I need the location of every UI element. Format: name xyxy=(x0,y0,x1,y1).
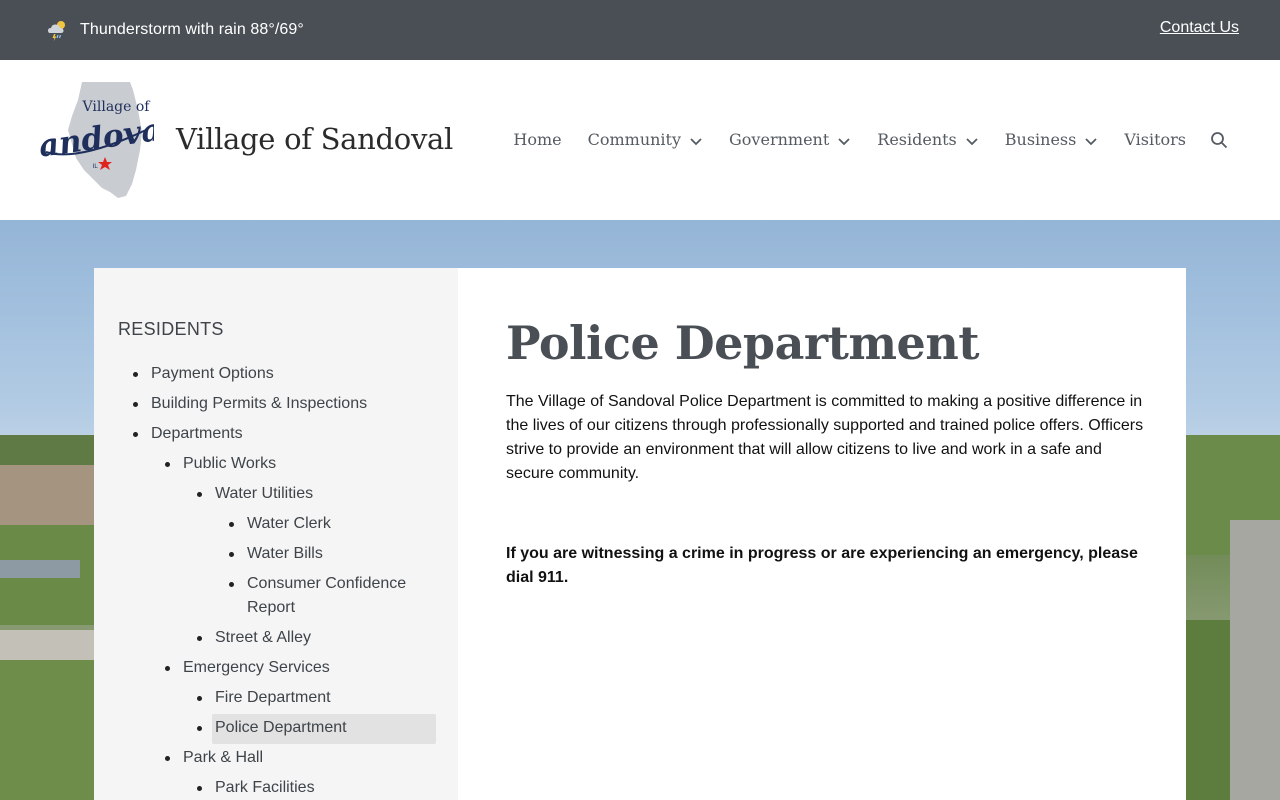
bullet xyxy=(197,492,202,497)
bullet xyxy=(165,666,170,671)
bullet xyxy=(165,462,170,467)
nav-government[interactable]: Government xyxy=(729,130,851,149)
sidebar-item-park-facilities[interactable]: Park Facilities xyxy=(215,776,315,800)
chevron-down-icon[interactable] xyxy=(965,133,979,147)
contact-us-link[interactable]: Contact Us xyxy=(1160,19,1239,37)
top-bar: Thunderstorm with rain 88°/69° Contact U… xyxy=(0,0,1280,60)
sidebar-item-building-permits[interactable]: Building Permits & Inspections xyxy=(151,392,367,416)
nav-label: Visitors xyxy=(1124,130,1186,149)
bullet xyxy=(133,372,138,377)
sidebar-item-public-works[interactable]: Public Works xyxy=(183,452,276,476)
emergency-notice: If you are witnessing a crime in progres… xyxy=(506,545,1138,586)
chevron-down-icon[interactable] xyxy=(837,133,851,147)
svg-text:Village of: Village of xyxy=(82,99,152,115)
bullet xyxy=(229,522,234,527)
nav-label: Community xyxy=(587,130,682,149)
sidebar-item-police-department[interactable]: Police Department xyxy=(215,716,347,740)
nav-business[interactable]: Business xyxy=(1005,130,1099,149)
intro-paragraph: The Village of Sandoval Police Departmen… xyxy=(506,393,1144,482)
nav-visitors[interactable]: Visitors xyxy=(1124,130,1186,149)
bullet xyxy=(133,432,138,437)
bullet xyxy=(229,552,234,557)
sidebar-item-water-bills[interactable]: Water Bills xyxy=(247,542,323,566)
weather-widget: Thunderstorm with rain 88°/69° xyxy=(44,16,304,44)
nav-home[interactable]: Home xyxy=(513,130,561,149)
sidebar-nav: RESIDENTS Payment Options Building Permi… xyxy=(94,268,458,800)
sidebar-item-water-clerk[interactable]: Water Clerk xyxy=(247,512,331,536)
village-logo[interactable]: Village of Sandoval IL xyxy=(14,80,175,200)
sidebar-item-payment-options[interactable]: Payment Options xyxy=(151,362,274,386)
bullet xyxy=(229,582,234,587)
sidebar-item-emergency-services[interactable]: Emergency Services xyxy=(183,656,330,680)
nav-label: Home xyxy=(513,130,562,149)
main-content: Police Department The Village of Sandova… xyxy=(458,268,1186,800)
bullet xyxy=(197,726,202,731)
sidebar-item-water-utilities[interactable]: Water Utilities xyxy=(215,482,313,506)
sidebar-item-consumer-confidence-report[interactable]: Consumer Confidence Report xyxy=(247,572,427,620)
chevron-down-icon[interactable] xyxy=(1084,133,1098,147)
nav-label: Government xyxy=(729,130,830,149)
sidebar-item-park-hall[interactable]: Park & Hall xyxy=(183,746,263,770)
chevron-down-icon[interactable] xyxy=(689,133,703,147)
bullet xyxy=(133,402,138,407)
bullet xyxy=(197,636,202,641)
bullet xyxy=(197,786,202,791)
nav-label: Business xyxy=(1004,130,1077,149)
weather-text: Thunderstorm with rain 88°/69° xyxy=(80,21,304,38)
bullet xyxy=(165,756,170,761)
content-card: RESIDENTS Payment Options Building Permi… xyxy=(94,268,1186,800)
main-nav: Home Community Government Residents Busi… xyxy=(513,130,1228,149)
sidebar-title: RESIDENTS xyxy=(118,319,224,339)
search-icon[interactable] xyxy=(1210,131,1228,149)
sidebar-item-departments[interactable]: Departments xyxy=(151,422,243,446)
svg-text:IL: IL xyxy=(92,163,98,170)
nav-label: Residents xyxy=(877,130,957,149)
site-header: Village of Sandoval IL Village of Sandov… xyxy=(0,60,1280,220)
sidebar-item-fire-department[interactable]: Fire Department xyxy=(215,686,331,710)
nav-residents[interactable]: Residents xyxy=(877,130,979,149)
bullet xyxy=(197,696,202,701)
site-title[interactable]: Village of Sandoval xyxy=(176,122,453,156)
page-title: Police Department xyxy=(506,316,980,370)
sidebar-item-street-alley[interactable]: Street & Alley xyxy=(215,626,311,650)
nav-community[interactable]: Community xyxy=(588,130,703,149)
thunderstorm-icon xyxy=(44,16,72,44)
